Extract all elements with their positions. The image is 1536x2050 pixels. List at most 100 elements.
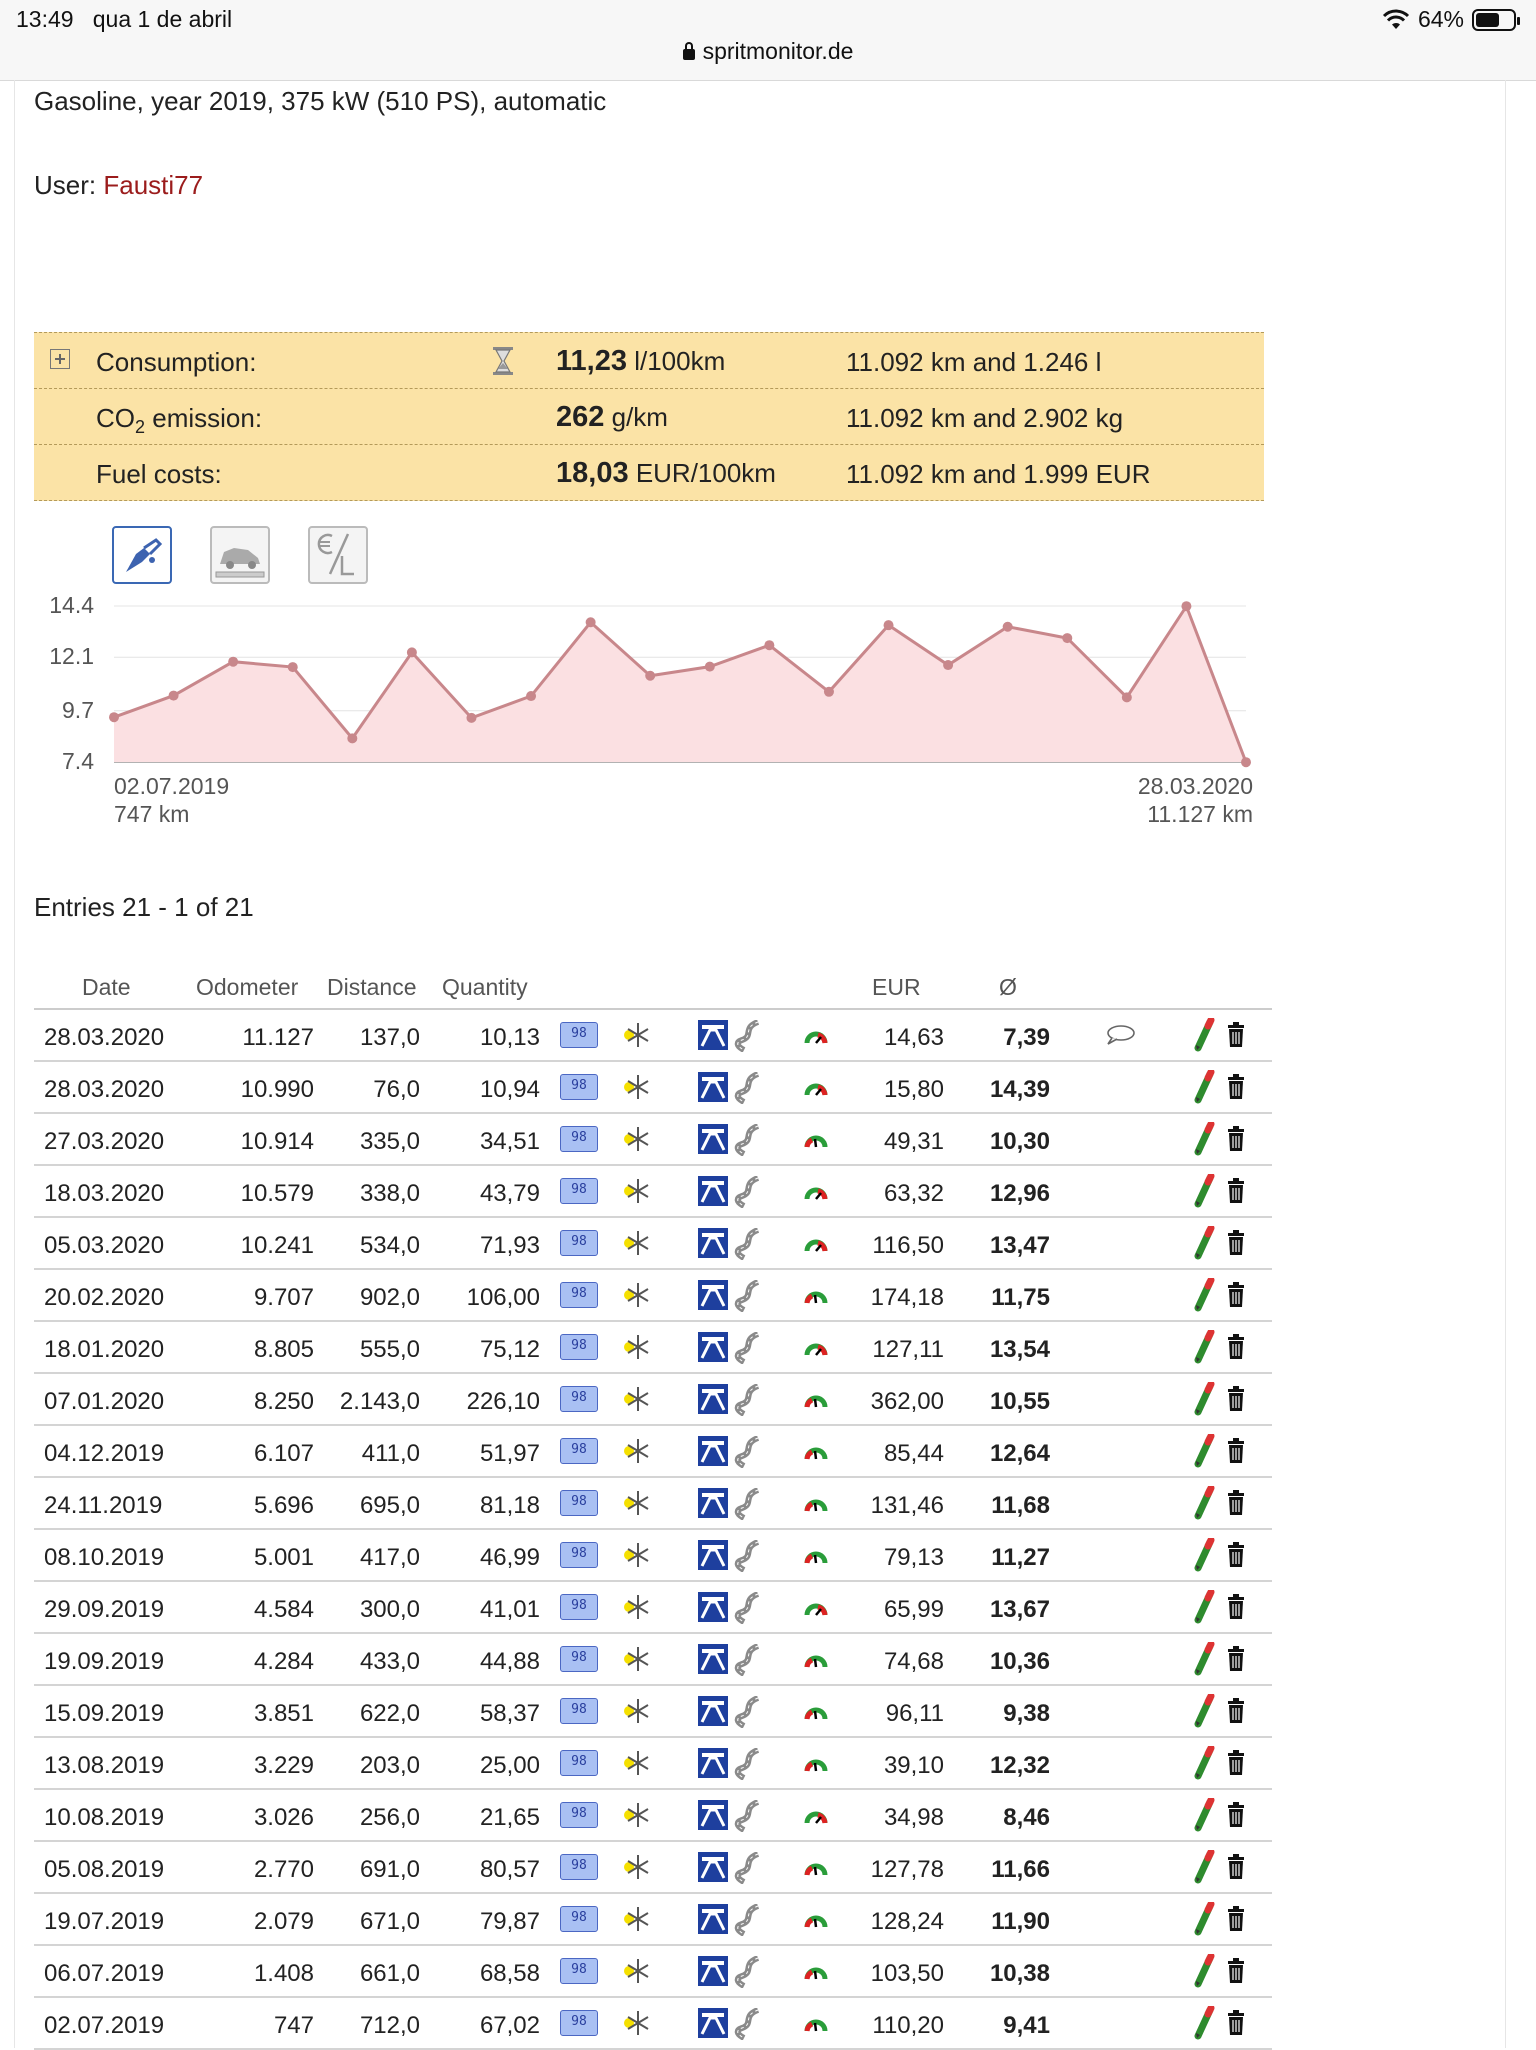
data-point[interactable] [1121, 692, 1132, 703]
cell-date: 19.09.2019 [44, 1648, 165, 1675]
area-fill [114, 606, 1246, 763]
delete-trash-icon[interactable] [1226, 1178, 1246, 1204]
edit-pencil-icon[interactable] [1192, 1174, 1216, 1208]
comment-icon[interactable] [1104, 1024, 1136, 1046]
delete-trash-icon[interactable] [1226, 1542, 1246, 1568]
data-point[interactable] [823, 686, 834, 697]
edit-pencil-icon[interactable] [1192, 1226, 1216, 1260]
edit-pencil-icon[interactable] [1192, 1642, 1216, 1676]
data-point[interactable] [1181, 601, 1192, 612]
cell-date: 07.01.2020 [44, 1388, 165, 1415]
consumption-unit: l/100km [634, 346, 726, 376]
delete-trash-icon[interactable] [1226, 1230, 1246, 1256]
data-point[interactable] [347, 733, 358, 744]
header-average[interactable]: Ø [999, 974, 1017, 1001]
edit-pencil-icon[interactable] [1192, 1434, 1216, 1468]
fuel-type-badge-icon: 98 [560, 1750, 598, 1776]
delete-trash-icon[interactable] [1226, 1698, 1246, 1724]
data-point[interactable] [883, 620, 894, 631]
edit-pencil-icon[interactable] [1192, 1746, 1216, 1780]
cell-average: 9,41 [1003, 2012, 1050, 2039]
data-point[interactable] [466, 712, 477, 723]
delete-trash-icon[interactable] [1226, 1126, 1246, 1152]
cell-distance: 137,0 [359, 1024, 420, 1051]
edit-pencil-icon[interactable] [1192, 1850, 1216, 1884]
tab-consumption[interactable] [112, 526, 172, 584]
edit-pencil-icon[interactable] [1192, 1798, 1216, 1832]
cell-eur: 74,68 [883, 1648, 944, 1675]
edit-pencil-icon[interactable] [1192, 1694, 1216, 1728]
data-point[interactable] [704, 661, 715, 672]
delete-trash-icon[interactable] [1226, 1490, 1246, 1516]
delete-trash-icon[interactable] [1226, 1022, 1246, 1048]
data-point[interactable] [1062, 633, 1073, 644]
edit-pencil-icon[interactable] [1192, 1122, 1216, 1156]
delete-trash-icon[interactable] [1226, 1074, 1246, 1100]
data-point[interactable] [168, 690, 179, 701]
driving-style-gauge-icon [804, 1239, 828, 1252]
data-point[interactable] [585, 617, 596, 628]
edit-pencil-icon[interactable] [1192, 1590, 1216, 1624]
cell-distance: 417,0 [359, 1544, 420, 1571]
edit-pencil-icon[interactable] [1192, 1902, 1216, 1936]
data-point[interactable] [764, 640, 775, 651]
edit-pencil-icon[interactable] [1192, 2006, 1216, 2040]
address-bar[interactable]: spritmonitor.de [0, 38, 1536, 65]
delete-trash-icon[interactable] [1226, 1386, 1246, 1412]
edit-pencil-icon[interactable] [1192, 1486, 1216, 1520]
edit-pencil-icon[interactable] [1192, 1018, 1216, 1052]
delete-trash-icon[interactable] [1226, 1334, 1246, 1360]
header-odometer[interactable]: Odometer [196, 974, 298, 1001]
country-road-icon [734, 1332, 760, 1364]
delete-trash-icon[interactable] [1226, 1646, 1246, 1672]
header-eur[interactable]: EUR [872, 974, 921, 1001]
motorway-icon [698, 1488, 728, 1518]
expand-icon[interactable] [50, 349, 70, 369]
header-date[interactable]: Date [82, 974, 131, 1001]
data-point[interactable] [287, 662, 298, 673]
motorway-icon [698, 1592, 728, 1622]
delete-trash-icon[interactable] [1226, 2010, 1246, 2036]
delete-trash-icon[interactable] [1226, 1854, 1246, 1880]
data-point[interactable] [1002, 621, 1013, 632]
delete-trash-icon[interactable] [1226, 1750, 1246, 1776]
edit-pencil-icon[interactable] [1192, 1954, 1216, 1988]
cell-quantity: 79,87 [479, 1908, 540, 1935]
url-text[interactable]: spritmonitor.de [703, 38, 854, 64]
hourglass-icon[interactable] [492, 346, 514, 376]
user-link[interactable]: Fausti77 [103, 170, 203, 200]
data-point[interactable] [645, 670, 656, 681]
edit-pencil-icon[interactable] [1192, 1382, 1216, 1416]
cell-average: 11,68 [991, 1492, 1050, 1519]
driving-style-gauge-icon [804, 1395, 828, 1408]
data-point[interactable] [228, 656, 239, 667]
data-point[interactable] [109, 712, 119, 723]
ac-snowflake-icon [624, 2011, 649, 2035]
data-point[interactable] [1241, 757, 1251, 768]
driving-style-gauge-icon [804, 1863, 828, 1876]
ac-snowflake-icon [624, 1803, 649, 1827]
delete-trash-icon[interactable] [1226, 1594, 1246, 1620]
header-quantity[interactable]: Quantity [442, 974, 528, 1001]
tab-distance[interactable] [210, 526, 270, 584]
ios-status-bar: 13:49 qua 1 de abril 64% spritmonitor.de [0, 0, 1536, 81]
delete-trash-icon[interactable] [1226, 1282, 1246, 1308]
edit-pencil-icon[interactable] [1192, 1278, 1216, 1312]
delete-trash-icon[interactable] [1226, 1906, 1246, 1932]
edit-pencil-icon[interactable] [1192, 1070, 1216, 1104]
edit-pencil-icon[interactable] [1192, 1330, 1216, 1364]
header-distance[interactable]: Distance [327, 974, 416, 1001]
ac-snowflake-icon [624, 1855, 649, 1879]
data-point[interactable] [526, 691, 537, 702]
delete-trash-icon[interactable] [1226, 1802, 1246, 1828]
data-point[interactable] [943, 660, 954, 671]
edit-pencil-icon[interactable] [1192, 1538, 1216, 1572]
tab-cost[interactable] [308, 526, 368, 584]
y-tick-label: 12.1 [49, 643, 94, 670]
cell-eur: 110,20 [872, 2012, 944, 2039]
delete-trash-icon[interactable] [1226, 1958, 1246, 1984]
country-road-icon [734, 1488, 760, 1520]
country-road-icon [734, 1280, 760, 1312]
delete-trash-icon[interactable] [1226, 1438, 1246, 1464]
data-point[interactable] [406, 647, 417, 658]
